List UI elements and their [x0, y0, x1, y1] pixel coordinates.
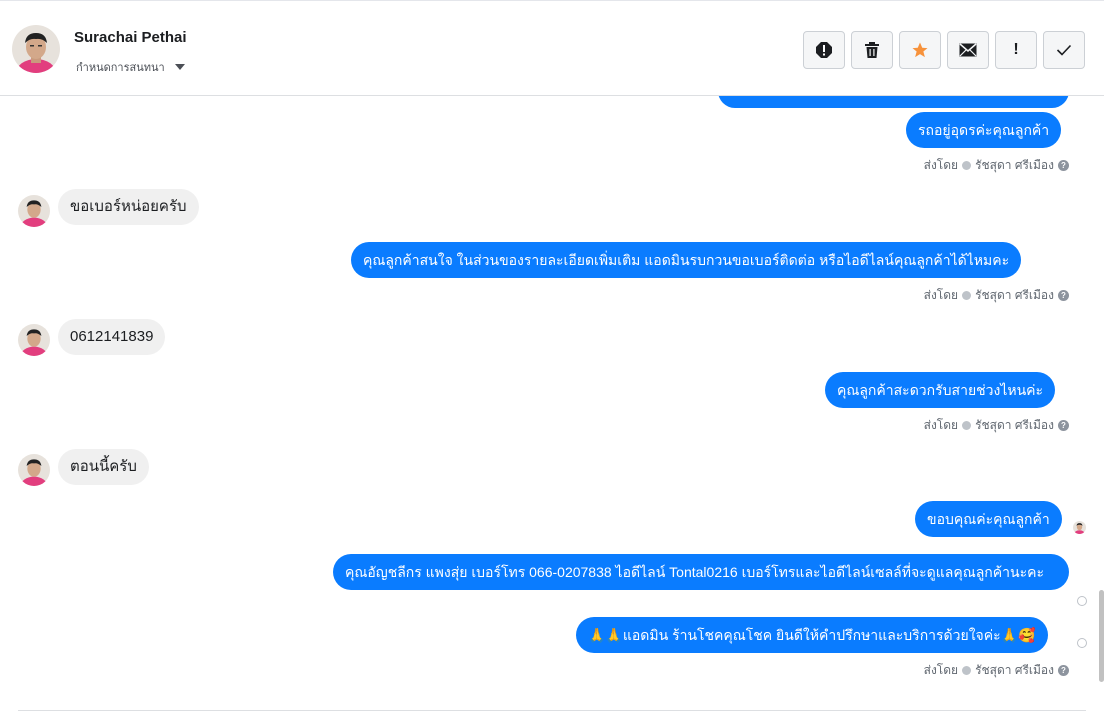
sent-by-prefix: ส่งโดย — [923, 158, 959, 172]
message-thread[interactable]: รถอยู่อุดรค่ะคุณลูกค้า ส่งโดย รัชสุดา ศร… — [0, 96, 1104, 712]
chevron-down-icon — [174, 64, 185, 70]
message-bubble-outgoing: คุณลูกค้าสะดวกรับสายช่วงไหนค่ะ — [825, 372, 1056, 408]
delete-button[interactable] — [851, 31, 893, 69]
message-bubble-outgoing: คุณลูกค้าสนใจ ในส่วนของรายละเอียดเพิ่มเต… — [351, 242, 1022, 278]
divider — [18, 710, 1086, 711]
assign-conversation-dropdown[interactable]: กำหนดการสนทนา — [76, 58, 185, 76]
mark-spam-button[interactable] — [803, 31, 845, 69]
mail-icon — [959, 43, 977, 57]
contact-name: Surachai Pethai — [74, 29, 187, 46]
message-bubble-outgoing: คุณอัญชลีกร แพงสุ่ย เบอร์โทร 066-0207838… — [333, 554, 1069, 590]
mark-done-button[interactable] — [1043, 31, 1085, 69]
message-bubble-incoming: ขอเบอร์หน่อยครับ — [58, 189, 199, 225]
message-bubble-outgoing: ขอบคุณค่ะคุณลูกค้า — [915, 501, 1062, 537]
toolbar: ! — [803, 31, 1085, 69]
follow-up-button[interactable]: ! — [995, 31, 1037, 69]
agent-name: รัชสุดา ศรีเมือง — [975, 288, 1054, 302]
help-icon[interactable]: ? — [1058, 420, 1069, 431]
alert-circle-icon — [816, 42, 832, 58]
sent-by-prefix: ส่งโดย — [923, 418, 959, 432]
assign-label: กำหนดการสนทนา — [76, 62, 165, 74]
star-button[interactable] — [899, 31, 941, 69]
help-icon[interactable]: ? — [1058, 290, 1069, 301]
avatar[interactable] — [12, 25, 60, 73]
sent-by-label: ส่งโดย รัชสุดา ศรีเมือง ? — [924, 286, 1069, 305]
check-icon — [1056, 44, 1072, 56]
star-icon — [912, 42, 928, 58]
agent-name: รัชสุดา ศรีเมือง — [975, 158, 1054, 172]
help-icon[interactable]: ? — [1058, 160, 1069, 171]
sent-by-label: ส่งโดย รัชสุดา ศรีเมือง ? — [924, 661, 1069, 680]
message-bubble-incoming: 0612141839 — [58, 319, 166, 355]
agent-status-icon — [962, 291, 972, 300]
exclamation-icon: ! — [1013, 41, 1019, 58]
avatar — [18, 324, 50, 356]
delivered-icon — [1077, 638, 1087, 648]
message-bubble-outgoing: 🙏🙏แอดมิน ร้านโชคคุณโชค ยินดีให้คำปรึกษาแ… — [576, 617, 1048, 653]
sent-by-prefix: ส่งโดย — [923, 288, 959, 302]
help-icon[interactable]: ? — [1058, 665, 1069, 676]
sent-by-label: ส่งโดย รัชสุดา ศรีเมือง ? — [924, 416, 1069, 435]
seen-avatar — [1073, 521, 1086, 534]
scrollbar[interactable] — [1099, 590, 1104, 682]
message-bubble-incoming: ตอนนี้ครับ — [58, 449, 149, 485]
agent-name: รัชสุดา ศรีเมือง — [975, 418, 1054, 432]
conversation-header: Surachai Pethai กำหนดการสนทนา ! — [0, 0, 1104, 96]
mark-unread-button[interactable] — [947, 31, 989, 69]
agent-status-icon — [962, 161, 972, 170]
delivered-icon — [1077, 596, 1087, 606]
sent-by-label: ส่งโดย รัชสุดา ศรีเมือง ? — [924, 156, 1069, 175]
agent-name: รัชสุดา ศรีเมือง — [975, 663, 1054, 677]
avatar — [18, 454, 50, 486]
message-bubble-outgoing-clipped — [718, 96, 1069, 108]
avatar — [18, 195, 50, 227]
trash-icon — [865, 42, 879, 58]
agent-status-icon — [962, 666, 972, 675]
sent-by-prefix: ส่งโดย — [923, 663, 959, 677]
agent-status-icon — [962, 421, 972, 430]
message-bubble-outgoing: รถอยู่อุดรค่ะคุณลูกค้า — [906, 112, 1062, 148]
